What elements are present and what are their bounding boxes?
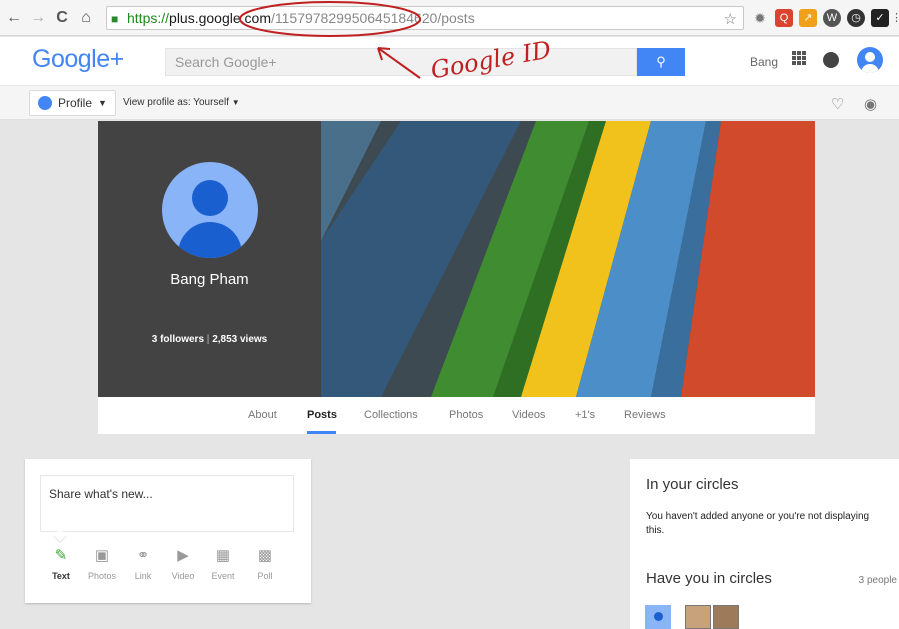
circle-member-avatar[interactable] (685, 605, 711, 629)
profile-dropdown-label: Profile (58, 96, 93, 110)
tab-photos[interactable]: Photos (449, 409, 483, 421)
url-host: plus.google.com (169, 10, 271, 26)
tab-posts[interactable]: Posts (307, 409, 337, 421)
home-icon[interactable]: ⌂ (76, 9, 96, 27)
people-icon[interactable]: ♡ (831, 95, 844, 113)
tab-reviews[interactable]: Reviews (624, 409, 666, 421)
share-event-button[interactable]: ▦ Event (203, 547, 243, 581)
share-poll-button[interactable]: ▩ Poll (245, 547, 285, 581)
circle-member-avatar[interactable] (713, 605, 739, 629)
tab-about[interactable]: About (248, 409, 277, 421)
menu-icon[interactable]: ⋮ (891, 9, 899, 27)
share-video-button[interactable]: ▶ Video (163, 547, 203, 581)
circle-member-avatar[interactable] (645, 605, 671, 629)
poll-icon: ▩ (257, 547, 273, 564)
tab-collections[interactable]: Collections (364, 409, 418, 421)
view-profile-as[interactable]: View profile as: Yourself ▼ (123, 97, 240, 108)
apps-grid-icon[interactable] (792, 51, 806, 65)
profile-stats: 3 followers | 2,853 views (98, 334, 321, 345)
account-avatar[interactable] (857, 47, 883, 73)
search-icon: ⚲ (656, 54, 666, 69)
active-tab-indicator (307, 431, 336, 434)
pencil-icon: ✎ (54, 547, 68, 564)
google-plus-logo[interactable]: Google+ (32, 45, 124, 74)
view-as-label: View profile as: Yourself (123, 97, 229, 108)
address-bar[interactable]: ■ https://plus.google.com/11579782995064… (106, 6, 744, 30)
clock-icon[interactable]: ◷ (847, 9, 865, 27)
share-option-label: Photos (87, 571, 117, 581)
video-icon: ▶ (177, 547, 189, 564)
user-name[interactable]: Bang (750, 55, 778, 69)
profile-subbar: Profile ▼ View profile as: Yourself ▼ ♡ … (0, 86, 899, 120)
have-you-in-circles-title: Have you in circles (646, 570, 772, 587)
reload-icon[interactable]: C (52, 9, 72, 27)
extension-check-icon[interactable]: ✓ (871, 9, 889, 27)
notifications-icon[interactable] (823, 52, 839, 68)
profile-name: Bang Pham (170, 271, 249, 288)
share-option-label: Event (211, 571, 235, 581)
in-your-circles-text: You haven't added anyone or you're not d… (646, 511, 870, 536)
followers-count[interactable]: 3 followers (152, 334, 204, 345)
url-scheme: https:// (127, 10, 170, 26)
views-count: 2,853 views (212, 334, 268, 345)
share-input[interactable]: Share what's new... (40, 475, 294, 532)
tab-videos[interactable]: Videos (512, 409, 545, 421)
cover-photo-stripes (321, 121, 815, 397)
share-link-button[interactable]: ⚭ Link (123, 547, 163, 581)
profile-avatar[interactable] (162, 162, 258, 258)
search-input[interactable]: Search Google+ (165, 48, 637, 76)
share-option-label: Text (52, 571, 70, 581)
chevron-down-icon: ▼ (98, 98, 107, 108)
share-option-label: Poll (257, 571, 273, 581)
profile-dropdown[interactable]: Profile ▼ (29, 90, 116, 116)
share-option-label: Link (134, 571, 152, 581)
lock-icon: ■ (111, 12, 119, 26)
hangouts-icon[interactable]: ◉ (864, 95, 877, 113)
chevron-down-icon: ▼ (231, 98, 240, 107)
extension-red-icon[interactable]: Q (775, 9, 793, 27)
link-icon: ⚭ (136, 547, 150, 564)
share-box: Share what's new... ✎ Text ▣ Photos ⚭ Li… (25, 459, 311, 603)
back-icon[interactable]: ← (4, 9, 24, 27)
event-icon: ▦ (215, 547, 231, 564)
bookmark-star-icon[interactable]: ☆ (724, 10, 737, 28)
url-path: /115797829950645184620/posts (270, 10, 475, 26)
profile-cover: Bang Pham 3 followers | 2,853 views (98, 121, 815, 397)
share-option-label: Video (171, 571, 195, 581)
profile-tabs: About Posts Collections Photos Videos +1… (98, 397, 815, 434)
extension-w-icon[interactable]: W (823, 9, 841, 27)
profile-icon (38, 96, 52, 110)
share-photos-button[interactable]: ▣ Photos (82, 547, 122, 581)
browser-toolbar: ← → C ⌂ ■ https://plus.google.com/115797… (0, 0, 899, 36)
have-you-in-circles-count[interactable]: 3 people (859, 575, 897, 586)
camera-icon: ▣ (94, 547, 110, 564)
tab-plus-ones[interactable]: +1's (575, 409, 595, 421)
share-text-button[interactable]: ✎ Text (41, 547, 81, 581)
in-your-circles-title: In your circles (646, 476, 739, 493)
cover-photo (321, 121, 815, 397)
search-button[interactable]: ⚲ (637, 48, 685, 76)
circles-card: In your circles You haven't added anyone… (630, 459, 899, 629)
forward-icon[interactable]: → (28, 9, 48, 27)
profile-card: Bang Pham 3 followers | 2,853 views (98, 121, 321, 397)
extension-orange-icon[interactable]: ↗ (799, 9, 817, 27)
puzzle-icon[interactable]: ✹ (751, 9, 769, 27)
